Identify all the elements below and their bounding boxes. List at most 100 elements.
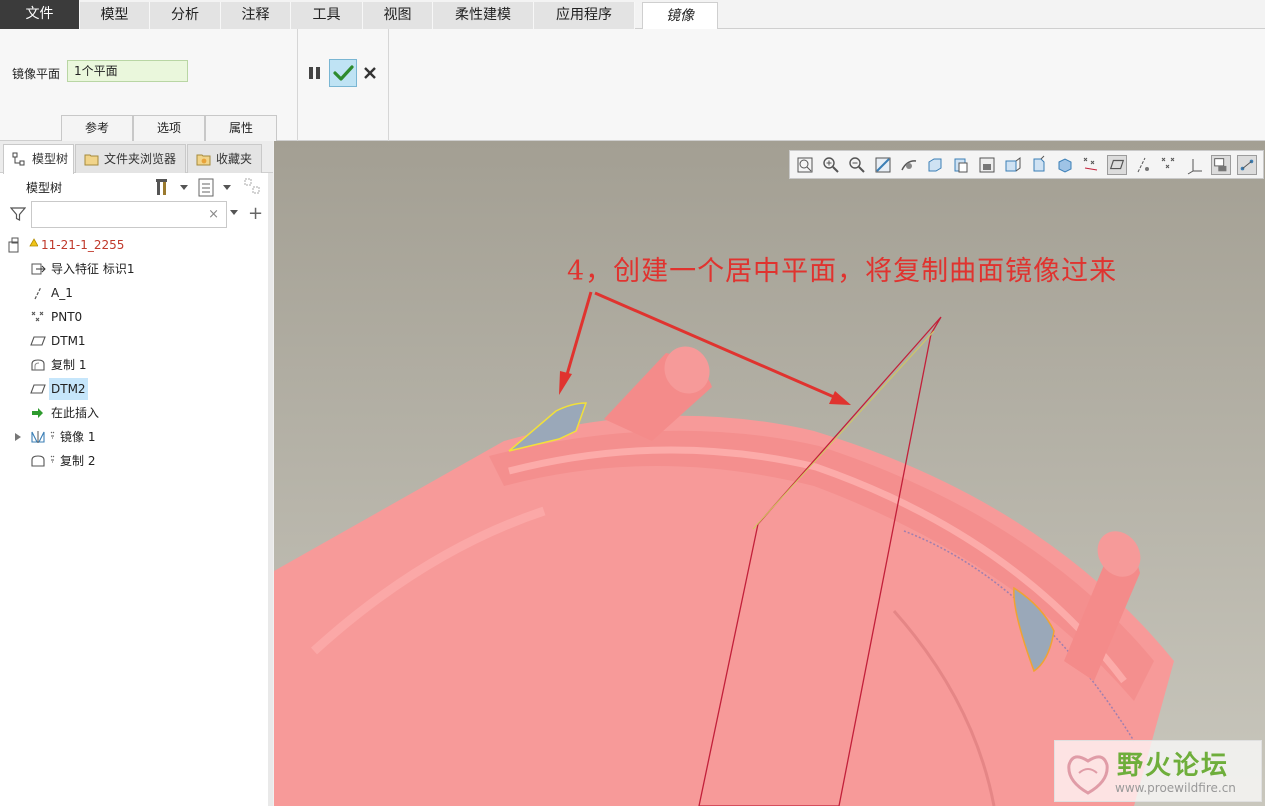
chevron-down-icon[interactable] [180, 185, 188, 190]
search-options-chevron-icon[interactable] [230, 210, 238, 215]
cancel-button[interactable] [361, 63, 379, 83]
annotation-display-icon[interactable] [1029, 155, 1049, 175]
arrow-head-icon [829, 391, 851, 405]
tree-item-copy-2[interactable]: 复制 2 [0, 450, 270, 472]
repaint-icon[interactable] [873, 155, 893, 175]
point-display-icon[interactable] [1159, 155, 1179, 175]
tab-model[interactable]: 模型 [80, 2, 150, 29]
tab-favorites[interactable]: 收藏夹 [187, 144, 262, 173]
close-icon [364, 67, 376, 79]
ribbon-tab-bar: 文件 模型 分析 注释 工具 视图 柔性建模 应用程序 镜像 [0, 0, 1265, 30]
tab-favorites-label: 收藏夹 [216, 152, 253, 166]
expand-arrow-icon[interactable] [15, 433, 21, 441]
subtab-properties[interactable]: 属性 [205, 115, 277, 141]
subtab-options[interactable]: 选项 [133, 115, 205, 141]
app-window: 文件 模型 分析 注释 工具 视图 柔性建模 应用程序 镜像 镜像平面 1个平面 [0, 0, 1265, 806]
checkmark-icon [333, 65, 354, 81]
tab-model-tree-label: 模型树 [32, 152, 69, 166]
navigator-tabs: 模型树 文件夹浏览器 收藏夹 [0, 141, 273, 174]
zoom-out-icon[interactable] [847, 155, 867, 175]
axis-display-icon[interactable] [1133, 155, 1153, 175]
search-input[interactable]: × [31, 201, 227, 228]
tree-item-label: 复制 2 [60, 454, 96, 468]
mirror-plane-collector[interactable]: 1个平面 [67, 60, 188, 82]
datum-display-icon[interactable] [1081, 155, 1101, 175]
tree-filter-icon[interactable] [243, 176, 263, 198]
graphics-viewport[interactable]: 4，创建一个居中平面，将复制曲面镜像过来 [274, 141, 1265, 806]
subtab-references[interactable]: 参考 [61, 115, 133, 141]
ribbon-divider [388, 29, 389, 141]
tab-annotate[interactable]: 注释 [221, 2, 291, 29]
ok-button[interactable] [329, 59, 357, 87]
tree-item-axis[interactable]: A_1 [0, 282, 270, 304]
panel-scrollbar[interactable] [268, 173, 273, 806]
tab-folder-browser[interactable]: 文件夹浏览器 [75, 144, 186, 173]
datum-plane-icon [30, 336, 46, 346]
part-icon [8, 237, 38, 253]
import-feature-icon [31, 263, 46, 275]
forum-logo-icon [1067, 755, 1109, 795]
perspective-icon[interactable] [1003, 155, 1023, 175]
filter-icon[interactable] [10, 206, 26, 222]
tab-folder-browser-label: 文件夹浏览器 [104, 152, 177, 166]
tree-item-label: 复制 1 [51, 358, 87, 372]
tab-mirror[interactable]: 镜像 [642, 2, 718, 30]
refit-icon[interactable] [795, 155, 815, 175]
tab-model-tree[interactable]: 模型树 [3, 144, 74, 174]
copy-surface-icon [31, 455, 55, 467]
add-button[interactable]: + [248, 203, 263, 224]
tree-item-import-feature[interactable]: 导入特征 标识1 [0, 258, 270, 280]
tab-view[interactable]: 视图 [363, 2, 433, 29]
chevron-down-icon[interactable] [223, 185, 231, 190]
tree-item-insert-here[interactable]: 在此插入 [0, 402, 270, 424]
spin-center-icon[interactable] [899, 155, 919, 175]
tree-item-copy-1[interactable]: 复制 1 [0, 354, 270, 376]
tab-analysis[interactable]: 分析 [150, 2, 221, 29]
tree-item-label: DTM2 [49, 378, 88, 400]
show-list-icon[interactable] [197, 176, 217, 198]
axis-icon [34, 286, 42, 300]
model-tree-icon [12, 152, 25, 166]
csys-display-icon[interactable] [1185, 155, 1205, 175]
tree-item-label: 11-21-1_2255 [41, 238, 125, 252]
mirror-dashboard: 镜像平面 1个平面 参考 选项 属性 [0, 29, 1265, 141]
pause-button[interactable] [305, 62, 325, 84]
insert-here-icon [32, 408, 43, 418]
watermark-title: 野火论坛 [1117, 751, 1230, 781]
annotation-arrow [564, 291, 593, 379]
pin-right-cap [1097, 531, 1141, 577]
spin-center-display-icon[interactable] [1211, 155, 1231, 175]
zoom-in-icon[interactable] [821, 155, 841, 175]
tree-item-label: PNT0 [51, 310, 83, 324]
tab-tools[interactable]: 工具 [291, 2, 363, 29]
clear-search-icon[interactable]: × [208, 207, 219, 222]
datum-plane-icon [30, 384, 46, 394]
ribbon-divider [297, 29, 298, 141]
watermark-url: www.proewildfire.cn [1115, 781, 1236, 795]
tree-item-mirror-1[interactable]: 镜像 1 [0, 426, 270, 448]
plane-display-icon[interactable] [1107, 155, 1127, 175]
model-view[interactable] [274, 141, 1265, 806]
navigator-panel: 模型树 文件夹浏览器 收藏夹 模型树 × + 11-21-1_2255 导入特征… [0, 141, 273, 806]
folder-icon [84, 154, 99, 166]
mirror-icon [31, 431, 55, 443]
forum-watermark: 野火论坛 www.proewildfire.cn [1054, 740, 1262, 802]
pause-icon [309, 67, 320, 79]
saved-orientations-icon[interactable] [925, 155, 945, 175]
tree-item-datum-point[interactable]: PNT0 [0, 306, 270, 328]
tree-item-dtm1[interactable]: DTM1 [0, 330, 270, 352]
tree-item-part[interactable]: 11-21-1_2255 [0, 234, 270, 256]
tree-item-label: A_1 [51, 286, 73, 300]
display-style-icon[interactable] [951, 155, 971, 175]
tab-file[interactable]: 文件 [0, 0, 80, 29]
settings-tools-icon[interactable] [154, 176, 174, 198]
view-manager-icon[interactable] [977, 155, 997, 175]
annotation-arrow [594, 291, 835, 399]
shaded-cube-icon[interactable] [1055, 155, 1075, 175]
datum-point-icon [31, 311, 44, 322]
tab-flexible-modeling[interactable]: 柔性建模 [433, 2, 534, 29]
tab-applications[interactable]: 应用程序 [534, 2, 635, 29]
tree-item-dtm2[interactable]: DTM2 [0, 378, 270, 400]
layer-display-icon[interactable] [1237, 155, 1257, 175]
tree-item-label: 导入特征 标识1 [51, 262, 135, 276]
